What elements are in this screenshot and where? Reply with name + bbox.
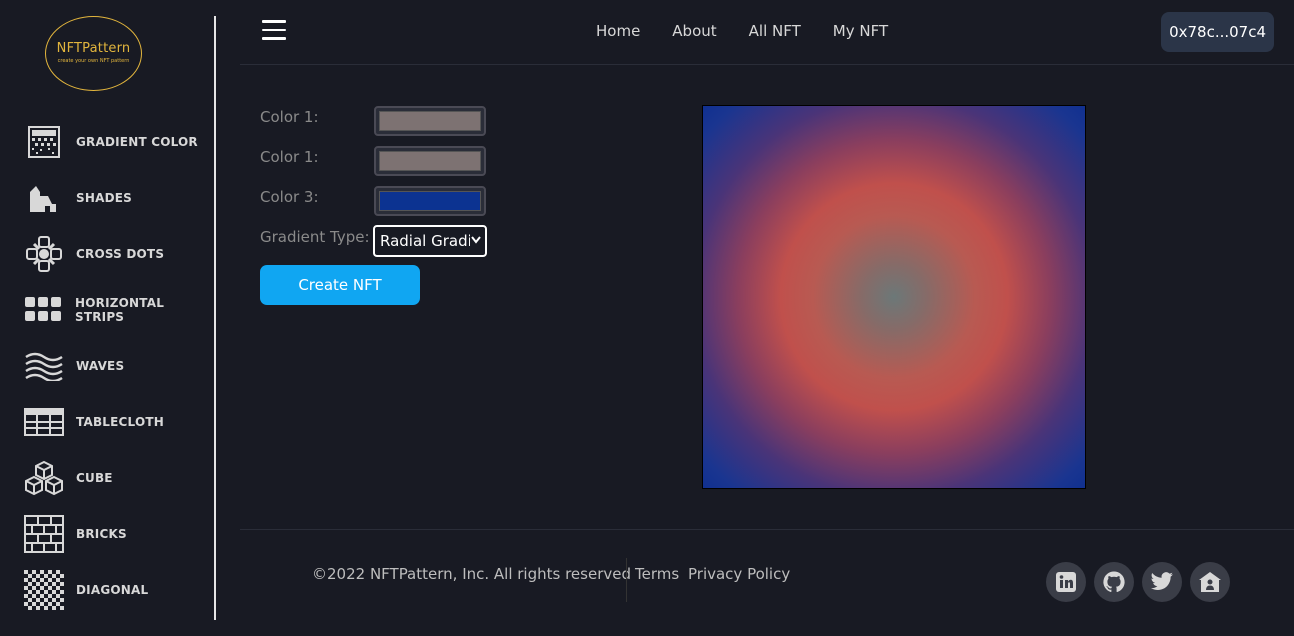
top-nav-links: Home About All NFT My NFT (596, 22, 920, 40)
create-nft-button[interactable]: Create NFT (260, 265, 420, 305)
sidebar-item-label: WAVES (76, 359, 125, 373)
sidebar-item-label: TABLECLOTH (76, 415, 164, 429)
logo[interactable]: NFTPattern create your own NFT pattern (45, 16, 142, 91)
gradient-type-value: Radial Gradient (380, 232, 470, 250)
diagonal-icon (24, 570, 64, 610)
linkedin-icon[interactable] (1046, 562, 1086, 602)
color1-swatch (379, 111, 481, 131)
sidebar-item-label: CUBE (76, 471, 113, 485)
color3-picker[interactable] (374, 186, 486, 216)
sidebar-item-label: GRADIENT COLOR (76, 135, 198, 149)
logo-title: NFTPattern (56, 41, 131, 56)
waves-icon (24, 346, 64, 386)
sidebar-item-label: BRICKS (76, 527, 127, 541)
color1-label: Color 1: (260, 108, 319, 126)
cross-dots-icon (24, 234, 64, 274)
hamburger-menu-icon[interactable] (262, 20, 286, 44)
nft-preview-canvas (702, 105, 1086, 489)
home-icon[interactable] (1190, 562, 1230, 602)
nav-link-my-nft[interactable]: My NFT (833, 22, 888, 40)
sidebar-item-label: DIAGONAL (76, 583, 149, 597)
sidebar-item-gradient-color[interactable]: GRADIENT COLOR (24, 122, 214, 162)
top-navbar: Home About All NFT My NFT 0x78c...07c4 (240, 0, 1294, 65)
gradient-type-label: Gradient Type: (260, 228, 370, 246)
sidebar-item-waves[interactable]: WAVES (24, 346, 214, 386)
gradient-type-select[interactable]: Radial Gradient (373, 225, 487, 257)
nav-link-about[interactable]: About (672, 22, 716, 40)
copyright-text: ©2022 NFTPattern, Inc. All rights reserv… (312, 565, 631, 583)
sidebar-item-horizontal-strips[interactable]: HORIZONTAL STRIPS (24, 290, 214, 330)
horizontal-strips-icon (24, 290, 63, 330)
sidebar-item-cross-dots[interactable]: CROSS DOTS (24, 234, 214, 274)
sidebar-item-label: SHADES (76, 191, 132, 205)
sidebar-divider (214, 16, 216, 620)
sidebar-item-label: CROSS DOTS (76, 247, 165, 261)
sidebar-item-tablecloth[interactable]: TABLECLOTH (24, 402, 214, 442)
color1-picker[interactable] (374, 106, 486, 136)
cube-icon (24, 458, 64, 498)
tablecloth-icon (24, 402, 64, 442)
privacy-policy-link[interactable]: Privacy Policy (688, 565, 790, 583)
wallet-address-button[interactable]: 0x78c...07c4 (1161, 12, 1274, 52)
sidebar-item-diagonal[interactable]: DIAGONAL (24, 570, 214, 610)
nav-link-home[interactable]: Home (596, 22, 640, 40)
bricks-icon (24, 514, 64, 554)
nav-link-all-nft[interactable]: All NFT (749, 22, 801, 40)
color2-swatch (379, 151, 481, 171)
gradient-icon (24, 122, 64, 162)
color2-picker[interactable] (374, 146, 486, 176)
github-icon[interactable] (1094, 562, 1134, 602)
sidebar-item-shades[interactable]: SHADES (24, 178, 214, 218)
terms-link[interactable]: Terms (635, 565, 679, 583)
twitter-icon[interactable] (1142, 562, 1182, 602)
sidebar-item-cube[interactable]: CUBE (24, 458, 214, 498)
sidebar-item-bricks[interactable]: BRICKS (24, 514, 214, 554)
color3-label: Color 3: (260, 188, 319, 206)
color3-swatch (379, 191, 481, 211)
shades-icon (24, 178, 64, 218)
logo-tagline: create your own NFT pattern (57, 58, 130, 64)
color2-label: Color 1: (260, 148, 319, 166)
footer-vertical-divider (626, 558, 627, 602)
footer-divider-line (240, 529, 1294, 530)
chevron-down-icon (471, 236, 481, 244)
sidebar: NFTPattern create your own NFT pattern G… (0, 0, 216, 636)
sidebar-item-label: HORIZONTAL STRIPS (74, 296, 165, 324)
